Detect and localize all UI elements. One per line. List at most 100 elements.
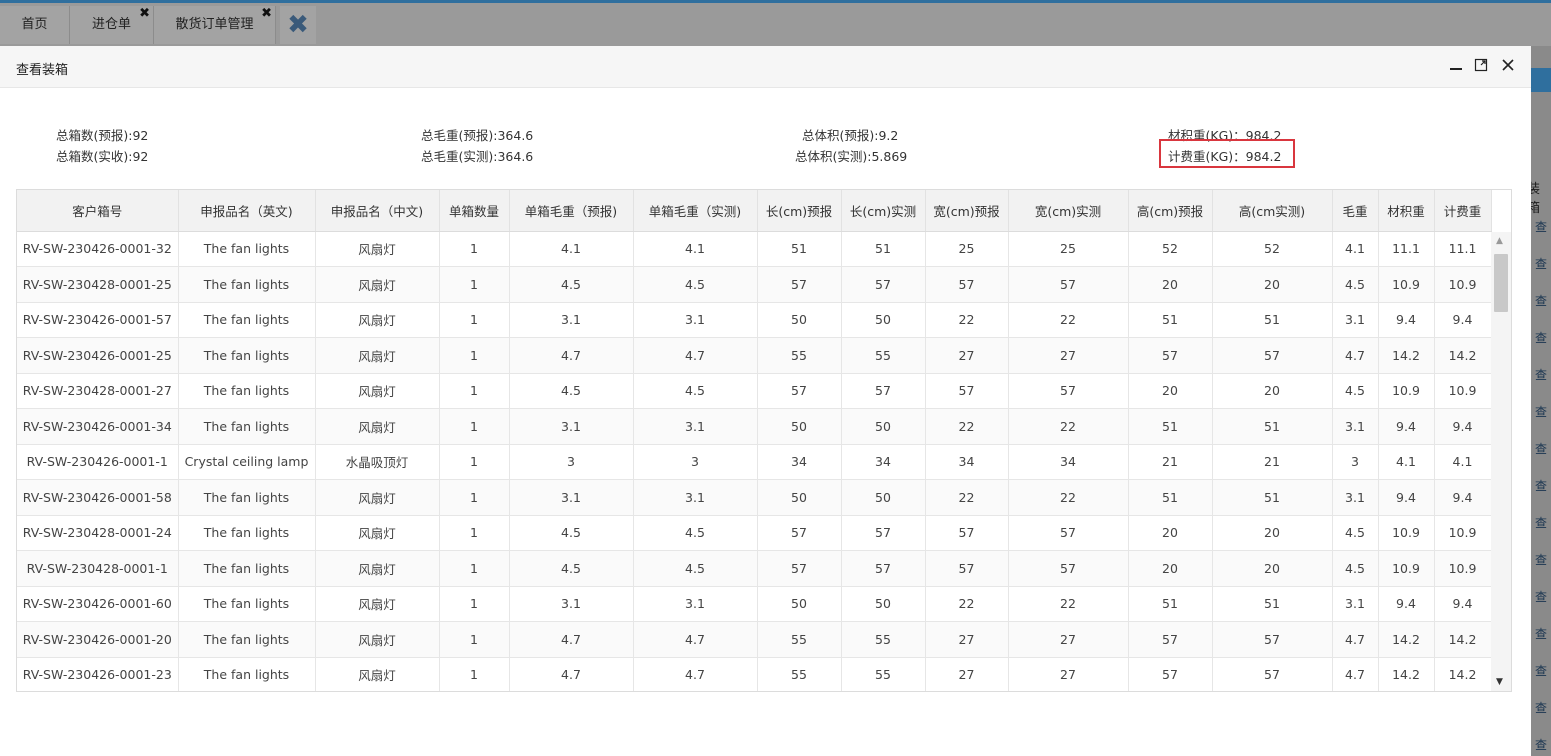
table-cell: 57 xyxy=(841,550,926,587)
close-icon[interactable]: ✖ xyxy=(261,0,272,33)
table-row[interactable]: RV-SW-230428-0001-24 The fan lights 风扇灯 1 4.… xyxy=(17,515,1492,551)
view-link[interactable]: 查 xyxy=(1535,329,1551,346)
table-cell: 57 xyxy=(1128,337,1213,374)
table-row[interactable]: RV-SW-230428-0001-27 The fan lights 风扇灯 1 4.… xyxy=(17,373,1492,409)
view-link[interactable]: 查 xyxy=(1535,736,1551,753)
total-gross-actual: 总毛重(实测):364.6 xyxy=(421,149,534,164)
scroll-up-arrow-icon[interactable]: ▲ xyxy=(1496,236,1503,246)
column-header[interactable]: 长(cm)实测 xyxy=(841,190,926,232)
close-icon[interactable]: ✖ xyxy=(139,0,150,33)
column-header[interactable]: 单箱毛重（实测) xyxy=(633,190,758,232)
total-boxes-actual: 总箱数(实收):92 xyxy=(56,149,149,164)
table-cell: 57 xyxy=(841,266,926,303)
table-cell: 3.1 xyxy=(1332,586,1379,622)
view-link[interactable]: 查 xyxy=(1535,440,1551,457)
view-link[interactable]: 查 xyxy=(1535,551,1551,568)
view-link[interactable]: 查 xyxy=(1535,255,1551,272)
column-header[interactable]: 客户箱号 xyxy=(17,190,179,232)
table-cell: 51 xyxy=(1212,479,1333,516)
table-cell: 3.1 xyxy=(633,302,758,338)
table-cell: 55 xyxy=(757,337,842,374)
table-row[interactable]: RV-SW-230426-0001-23 The fan lights 风扇灯 1 4.… xyxy=(17,657,1492,691)
column-header[interactable]: 毛重 xyxy=(1332,190,1379,232)
table-cell: 4.5 xyxy=(633,373,758,409)
table-cell: The fan lights xyxy=(178,657,316,691)
column-header[interactable]: 宽(cm)实测 xyxy=(1008,190,1129,232)
table-cell: 3.1 xyxy=(633,586,758,622)
table-cell: 57 xyxy=(1008,515,1129,551)
column-header[interactable]: 计费重 xyxy=(1434,190,1492,232)
column-header[interactable]: 单箱毛重（预报) xyxy=(509,190,634,232)
minimize-icon[interactable] xyxy=(1448,58,1464,76)
table-row[interactable]: RV-SW-230426-0001-32 The fan lights 风扇灯 1 4.… xyxy=(17,231,1492,267)
table-cell: 51 xyxy=(1128,479,1213,516)
table-cell: 4.7 xyxy=(509,657,634,691)
view-link[interactable]: 查 xyxy=(1535,218,1551,235)
table-cell: 14.2 xyxy=(1434,657,1492,691)
table-row[interactable]: RV-SW-230426-0001-34 The fan lights 风扇灯 1 3.… xyxy=(17,408,1492,445)
table-cell: 34 xyxy=(1008,444,1129,480)
table-cell: 4.7 xyxy=(633,337,758,374)
view-link[interactable]: 查 xyxy=(1535,625,1551,642)
table-cell: RV-SW-230426-0001-34 xyxy=(17,408,179,445)
tab-orders[interactable]: 散货订单管理 ✖ xyxy=(154,6,276,44)
view-link[interactable]: 查 xyxy=(1535,292,1551,309)
table-row[interactable]: RV-SW-230426-0001-58 The fan lights 风扇灯 1 3.… xyxy=(17,479,1492,516)
column-header[interactable]: 宽(cm)预报 xyxy=(925,190,1009,232)
table-cell: 51 xyxy=(1128,302,1213,338)
table-cell: 10.9 xyxy=(1378,515,1435,551)
table-cell: 50 xyxy=(841,408,926,445)
table-row[interactable]: RV-SW-230426-0001-25 The fan lights 风扇灯 1 4.… xyxy=(17,337,1492,374)
table-cell: 34 xyxy=(757,444,842,480)
table-row[interactable]: RV-SW-230426-0001-20 The fan lights 风扇灯 1 4.… xyxy=(17,621,1492,658)
column-header[interactable]: 高(cm实测) xyxy=(1212,190,1333,232)
table-cell: 52 xyxy=(1212,231,1333,267)
table-cell: 风扇灯 xyxy=(315,231,440,267)
table-cell: 57 xyxy=(841,373,926,409)
view-link[interactable]: 查 xyxy=(1535,588,1551,605)
view-link[interactable]: 查 xyxy=(1535,699,1551,716)
vertical-scrollbar[interactable]: ▲ ▼ xyxy=(1491,232,1511,691)
table-cell: 27 xyxy=(925,657,1009,691)
background-column-header: 装箱 xyxy=(1531,182,1541,216)
table-cell: 4.1 xyxy=(1378,444,1435,480)
table-row[interactable]: RV-SW-230426-0001-60 The fan lights 风扇灯 1 3.… xyxy=(17,586,1492,622)
column-header[interactable]: 单箱数量 xyxy=(439,190,510,232)
table-row[interactable]: RV-SW-230428-0001-1 The fan lights 风扇灯 1 4.5… xyxy=(17,550,1492,587)
table-cell: 风扇灯 xyxy=(315,408,440,445)
table-cell: 1 xyxy=(439,266,510,303)
close-all-tabs-icon[interactable]: ✖ xyxy=(280,6,316,44)
column-header[interactable]: 长(cm)预报 xyxy=(757,190,842,232)
table-cell: 4.1 xyxy=(633,231,758,267)
tab-inbound[interactable]: 进仓单 ✖ xyxy=(70,6,154,44)
dialog-title: 查看装箱 xyxy=(16,63,69,78)
maximize-icon[interactable] xyxy=(1473,58,1489,76)
table-cell: The fan lights xyxy=(178,479,316,516)
table-cell: 57 xyxy=(1128,621,1213,658)
tab-home[interactable]: 首页 xyxy=(0,6,70,44)
column-header[interactable]: 申报品名（中文) xyxy=(315,190,440,232)
column-header[interactable]: 高(cm)预报 xyxy=(1128,190,1213,232)
view-link[interactable]: 查 xyxy=(1535,662,1551,679)
table-cell: 50 xyxy=(757,408,842,445)
table-row[interactable]: RV-SW-230428-0001-25 The fan lights 风扇灯 1 4.… xyxy=(17,266,1492,303)
table-cell: 11.1 xyxy=(1378,231,1435,267)
view-link[interactable]: 查 xyxy=(1535,366,1551,383)
table-cell: RV-SW-230428-0001-1 xyxy=(17,550,179,587)
close-icon[interactable] xyxy=(1500,58,1516,76)
table-cell: 51 xyxy=(1128,408,1213,445)
scroll-down-arrow-icon[interactable]: ▼ xyxy=(1496,677,1503,687)
table-row[interactable]: RV-SW-230426-0001-57 The fan lights 风扇灯 1 3.… xyxy=(17,302,1492,338)
column-header[interactable]: 申报品名（英文) xyxy=(178,190,316,232)
view-link[interactable]: 查 xyxy=(1535,514,1551,531)
table-cell: RV-SW-230428-0001-24 xyxy=(17,515,179,551)
table-cell: RV-SW-230426-0001-32 xyxy=(17,231,179,267)
dialog-header: 查看装箱 xyxy=(0,46,1531,88)
scrollbar-thumb[interactable] xyxy=(1494,254,1508,312)
column-header[interactable]: 材积重 xyxy=(1378,190,1435,232)
table-cell: 57 xyxy=(1212,657,1333,691)
table-row[interactable]: RV-SW-230426-0001-1 Crystal ceiling lamp 水… xyxy=(17,444,1492,480)
table-cell: 50 xyxy=(841,479,926,516)
view-link[interactable]: 查 xyxy=(1535,477,1551,494)
view-link[interactable]: 查 xyxy=(1535,403,1551,420)
